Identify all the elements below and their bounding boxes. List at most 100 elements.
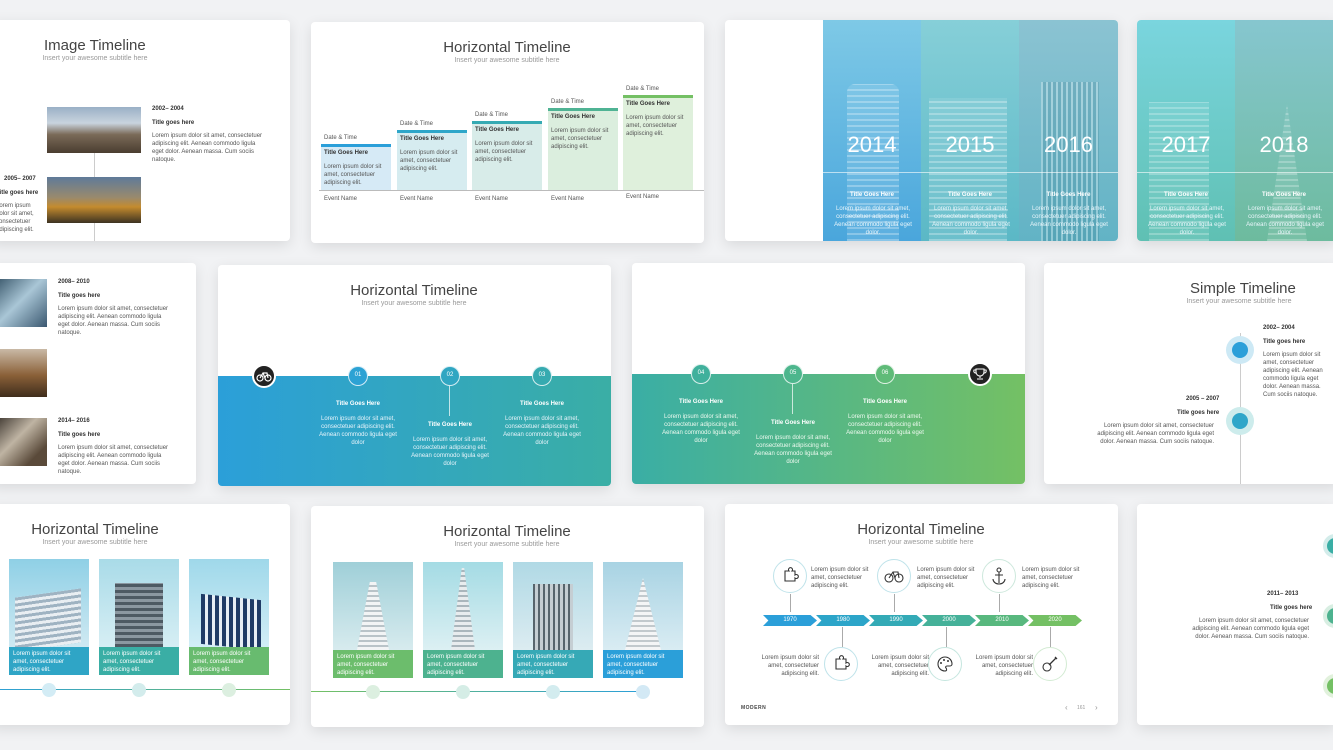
date-label: 2008– 2010	[58, 279, 90, 285]
item-text: Lorem ipsum dolor sit amet, consectetuer…	[917, 567, 975, 590]
building-photo	[513, 562, 593, 650]
mountain-photo	[47, 107, 141, 153]
date-label: 2014– 2016	[58, 418, 90, 424]
anchor-icon	[982, 559, 1016, 593]
ice-photo	[0, 279, 47, 327]
slide-building-years-2[interactable]: 2017 2018 Title Goes Here Title Goes Her…	[1137, 20, 1333, 241]
slide-title: Simple Timeline	[1190, 280, 1296, 297]
palette-icon	[928, 647, 962, 681]
connector	[999, 594, 1000, 612]
event-label: Event Name	[475, 196, 509, 202]
timeline-dot	[546, 685, 560, 699]
event-label: Event Name	[400, 196, 434, 202]
item-title: Title goes here	[1177, 410, 1220, 416]
box-title: Title Goes Here	[324, 150, 368, 156]
step-number: 03	[538, 372, 546, 378]
timeline-dot	[222, 683, 236, 697]
year-line	[1137, 172, 1333, 173]
year-label: 2010	[995, 617, 1009, 623]
item-text: Lorem ipsum dolor sit amet, consectetuer…	[0, 203, 34, 234]
box-title: Title Goes Here	[626, 101, 670, 107]
item-title: Title Goes Here	[428, 422, 472, 428]
year-label: 2015	[945, 132, 995, 157]
date-label: 2002– 2004	[152, 106, 184, 112]
slide-image-timeline[interactable]: Image Timeline Insert your awesome subti…	[0, 20, 290, 241]
item-text: Lorem ipsum dolor sit amet, consectetuer…	[503, 416, 581, 447]
slide-horizontal-timeline-skyscrapers[interactable]: Horizontal Timeline Insert your awesome …	[311, 506, 704, 727]
item-text: Lorem ipsum dolor sit amet, consectetuer…	[932, 206, 1010, 237]
item-title: Title Goes Here	[679, 399, 723, 405]
slide-horizontal-timeline-arrows[interactable]: Horizontal Timeline Insert your awesome …	[725, 504, 1118, 725]
slide-title: Horizontal Timeline	[443, 39, 571, 56]
tile-text: Lorem ipsum dolor sit amet, consectetuer…	[193, 651, 251, 674]
item-text: Lorem ipsum dolor sit amet, consectetuer…	[811, 567, 869, 590]
item-text: Lorem ipsum dolor sit amet, consectetuer…	[662, 414, 740, 445]
item-text: Lorem ipsum dolor sit amet, consectetuer…	[975, 655, 1033, 678]
item-text: Lorem ipsum dolor sit amet, consectetuer…	[754, 435, 832, 466]
step-number: 06	[881, 370, 889, 376]
bicycle-icon	[252, 364, 276, 388]
tile-text: Lorem ipsum dolor sit amet, consectetuer…	[13, 651, 71, 674]
slide-building-years[interactable]: 2014 2015 2016 Title Goes Here Title Goe…	[725, 20, 1118, 241]
slide-vertical-timeline[interactable]: 2011– 2013 Title goes here Lorem ipsum d…	[1137, 504, 1333, 725]
item-text: Lorem ipsum dolor sit amet, consectetuer…	[1263, 352, 1323, 399]
tile-text: Lorem ipsum dolor sit amet, consectetuer…	[427, 654, 485, 677]
year-line	[823, 172, 1118, 173]
timeline-line	[311, 691, 645, 692]
year-label: 2014	[847, 132, 897, 157]
connector	[894, 594, 895, 612]
slide-simple-timeline[interactable]: Simple Timeline Insert your awesome subt…	[1044, 263, 1333, 484]
box-text: Lorem ipsum dolor sit amet, consectetuer…	[475, 141, 533, 164]
building-photo	[9, 559, 89, 647]
slide-subtitle: Insert your awesome subtitle here	[454, 541, 560, 548]
forest-photo	[47, 177, 141, 223]
item-text: Lorem ipsum dolor sit amet, consectetuer…	[319, 416, 397, 447]
step-number: 02	[446, 372, 454, 378]
box-title: Title Goes Here	[400, 136, 444, 142]
item-title: Title goes here	[58, 293, 101, 299]
slide-horizontal-timeline-stairs[interactable]: Horizontal Timeline Insert your awesome …	[311, 22, 704, 243]
item-title: Title Goes Here	[771, 420, 815, 426]
bicycle-icon	[877, 559, 911, 593]
year-label: 1970	[783, 617, 797, 623]
item-title: Title Goes Here	[520, 401, 564, 407]
timeline-dot	[456, 685, 470, 699]
slide-horizontal-timeline-band-green[interactable]: 04 05 06 Title Goes Here Lorem ipsum dol…	[632, 263, 1025, 484]
timeline-dot	[42, 683, 56, 697]
item-text: Lorem ipsum dolor sit amet, consectetuer…	[871, 655, 929, 678]
building-photo	[189, 559, 269, 647]
timeline-node	[1323, 674, 1333, 698]
prev-page-button[interactable]: ‹	[1065, 703, 1068, 712]
footer-brand: MODERN	[741, 705, 766, 711]
connector	[946, 627, 947, 647]
item-title: Title goes here	[1270, 605, 1313, 611]
slide-title: Horizontal Timeline	[857, 521, 985, 538]
timeline-node	[1323, 604, 1333, 628]
footer-brand-text: MODERN	[741, 705, 767, 711]
slide-title: Image Timeline	[44, 37, 146, 54]
item-text: Lorem ipsum dolor sit amet, consectetuer…	[1097, 423, 1214, 446]
item-text: Lorem ipsum dolor sit amet, consectetuer…	[1192, 618, 1309, 641]
step-connector	[449, 386, 450, 416]
date-label: 2005 – 2007	[1186, 396, 1220, 402]
page-number: 161	[1077, 705, 1086, 711]
item-title: Title Goes Here	[1164, 192, 1208, 198]
slide-horizontal-timeline-tiles[interactable]: Horizontal Timeline Insert your awesome …	[0, 504, 290, 725]
next-page-button[interactable]: ›	[1095, 703, 1098, 712]
box-text: Lorem ipsum dolor sit amet, consectetuer…	[400, 150, 458, 173]
timeline-node	[1323, 534, 1333, 558]
date-label: Date & Time	[626, 86, 660, 92]
slide-horizontal-timeline-band-blue[interactable]: Horizontal Timeline Insert your awesome …	[218, 265, 611, 486]
timeline-node-inner	[1232, 413, 1248, 429]
slide-subtitle: Insert your awesome subtitle here	[454, 57, 560, 64]
trophy-icon	[968, 362, 992, 386]
building-photo	[333, 562, 413, 650]
item-title: Title goes here	[58, 432, 101, 438]
date-label: Date & Time	[475, 112, 509, 118]
item-text: Lorem ipsum dolor sit amet, consectetuer…	[58, 306, 169, 337]
slide-image-timeline-2[interactable]: 2008– 2010 Title goes here Lorem ipsum d…	[0, 263, 196, 484]
desert-photo	[0, 349, 47, 397]
slide-subtitle: Insert your awesome subtitle here	[361, 300, 467, 307]
item-text: Lorem ipsum dolor sit amet, consectetuer…	[1030, 206, 1108, 237]
item-title: Title Goes Here	[948, 192, 992, 198]
